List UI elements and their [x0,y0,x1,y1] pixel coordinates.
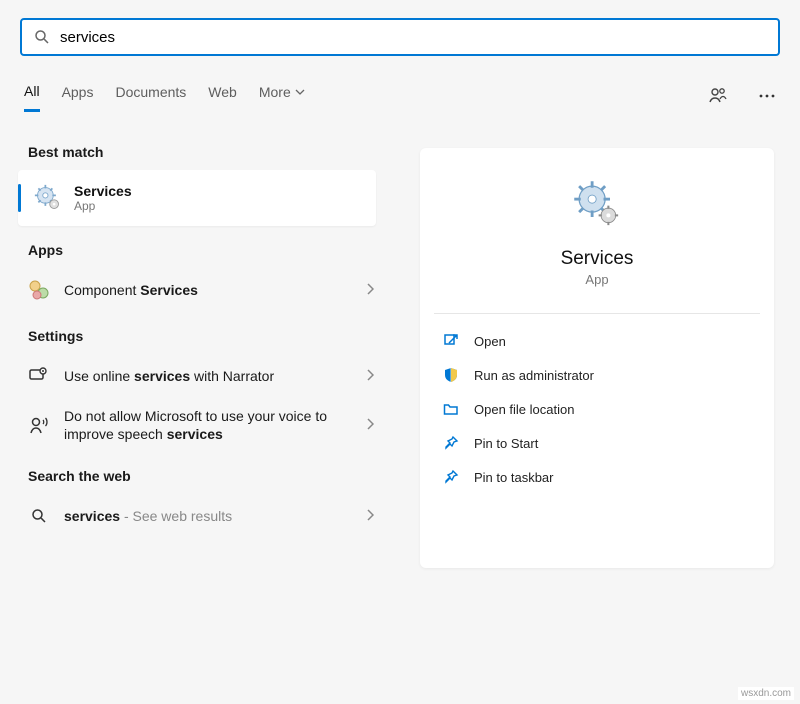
chevron-right-icon [366,417,374,433]
action-label: Run as administrator [474,368,594,383]
apps-header: Apps [0,226,394,268]
best-match-subtitle: App [74,199,132,213]
preview-subtitle: App [420,272,774,287]
action-pin-taskbar[interactable]: Pin to taskbar [420,460,774,494]
pin-icon [442,434,460,452]
result-label: Do not allow Microsoft to use your voice… [64,407,366,443]
best-match-title: Services [74,183,132,199]
preview-app-icon [420,178,774,230]
result-component-services[interactable]: Component Services [0,268,394,312]
chevron-right-icon [366,368,374,384]
preview-title: Services [420,248,774,270]
services-gear-icon [34,184,62,212]
shield-admin-icon [442,366,460,384]
tab-more[interactable]: More [259,84,305,110]
result-label: Use online services with Narrator [64,367,366,385]
more-options-icon[interactable] [754,83,780,112]
results-column: Best match Services App Apps Compone [0,128,394,704]
tab-all[interactable]: All [24,83,40,112]
action-label: Open [474,334,506,349]
preview-panel: Services App Open Run as administrator [420,148,774,568]
action-run-admin[interactable]: Run as administrator [420,358,774,392]
folder-icon [442,400,460,418]
action-open[interactable]: Open [420,324,774,358]
search-input[interactable] [60,29,766,46]
narrator-icon [28,365,50,387]
accounts-icon[interactable] [704,82,732,113]
tab-documents[interactable]: Documents [115,84,186,110]
action-pin-start[interactable]: Pin to Start [420,426,774,460]
search-icon [28,505,50,527]
filter-tabs: All Apps Documents Web More [24,80,780,114]
action-label: Pin to Start [474,436,538,451]
selection-indicator [18,184,21,212]
speech-icon [28,414,50,436]
result-web-search[interactable]: services - See web results [0,494,394,538]
action-open-location[interactable]: Open file location [420,392,774,426]
result-speech-services[interactable]: Do not allow Microsoft to use your voice… [0,398,394,452]
tab-web[interactable]: Web [208,84,237,110]
pin-icon [442,468,460,486]
divider [434,313,760,314]
action-label: Pin to taskbar [474,470,554,485]
result-label: services - See web results [64,507,366,525]
result-label: Component Services [64,281,366,299]
search-bar[interactable] [20,18,780,56]
tab-apps[interactable]: Apps [62,84,94,110]
chevron-right-icon [366,282,374,298]
settings-header: Settings [0,312,394,354]
tab-more-label: More [259,84,291,100]
chevron-right-icon [366,508,374,524]
search-icon [34,29,50,45]
search-web-header: Search the web [0,452,394,494]
result-narrator-services[interactable]: Use online services with Narrator [0,354,394,398]
preview-column: Services App Open Run as administrator [394,128,800,704]
best-match-header: Best match [0,128,394,170]
open-icon [442,332,460,350]
chevron-down-icon [295,84,305,100]
watermark: wsxdn.com [738,687,794,700]
action-label: Open file location [474,402,574,417]
best-match-item[interactable]: Services App [18,170,376,226]
component-services-icon [28,279,50,301]
